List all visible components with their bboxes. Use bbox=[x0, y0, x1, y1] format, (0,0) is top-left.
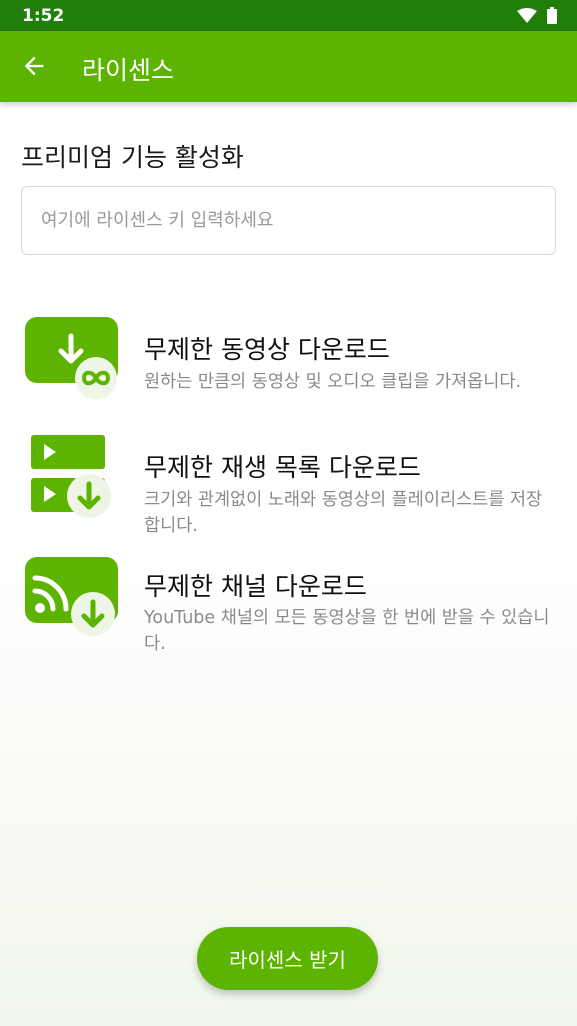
feature-title: 무제한 동영상 다운로드 bbox=[144, 335, 390, 364]
feature-description: 원하는 만큼의 동영상 및 오디오 클립을 가져옵니다. bbox=[144, 372, 522, 392]
battery-icon bbox=[547, 7, 557, 24]
premium-section-title: 프리미엄 기능 활성화 bbox=[21, 143, 244, 172]
feature-description: YouTube 채널의 모든 동영상을 한 번에 받을 수 있습니다. bbox=[144, 608, 550, 654]
video-download-infinity-icon bbox=[25, 317, 118, 399]
back-button[interactable] bbox=[10, 42, 58, 90]
status-time: 1:52 bbox=[22, 6, 65, 26]
channel-download-icon bbox=[25, 557, 118, 636]
wifi-icon bbox=[517, 7, 537, 23]
get-license-button[interactable]: 라이센스 받기 bbox=[197, 927, 378, 990]
feature-description: 크기와 관계없이 노래와 동영상의 플레이리스트를 저장합니다. bbox=[144, 490, 543, 536]
license-key-input[interactable] bbox=[21, 186, 556, 255]
status-icons bbox=[517, 7, 557, 24]
status-bar: 1:52 bbox=[0, 0, 577, 31]
feature-title: 무제한 재생 목록 다운로드 bbox=[144, 453, 421, 482]
arrow-left-icon bbox=[24, 56, 44, 76]
page-title: 라이센스 bbox=[82, 56, 175, 85]
playlist-download-icon bbox=[31, 435, 111, 518]
app-bar: 라이센스 bbox=[0, 31, 577, 102]
feature-title: 무제한 채널 다운로드 bbox=[144, 572, 367, 601]
